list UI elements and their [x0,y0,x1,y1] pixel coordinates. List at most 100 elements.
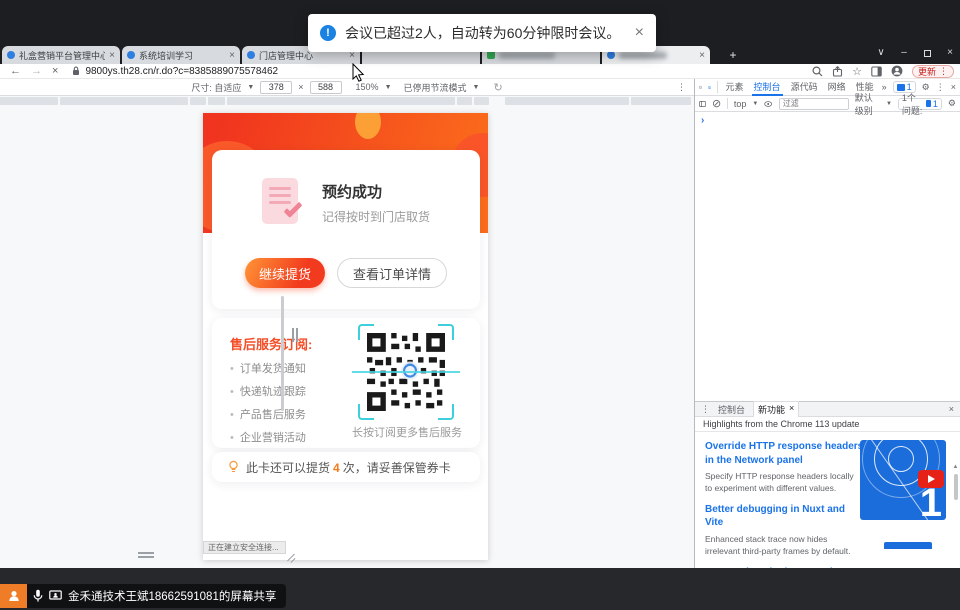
new-tab-button[interactable]: + [726,48,740,62]
side-panel-icon[interactable] [871,66,882,77]
site-favicon [127,51,135,59]
emulation-area: 预约成功 记得按时到门店取货 继续提货 查看订单详情 售后服务订阅: 订单发货通… [0,96,694,568]
blurred-tab-title [619,52,667,59]
drawer-scrollbar[interactable]: ▲ ▼ [952,464,959,568]
console-filter-input[interactable] [779,98,849,110]
drawer-tab-close-icon[interactable]: × [789,403,794,416]
console-issues-counter[interactable]: 1个问题: 1 [898,98,942,110]
stop-button[interactable]: × [52,64,58,79]
rotate-icon[interactable]: ↻ [493,81,502,94]
eye-icon[interactable] [764,100,772,108]
bookmark-star-icon[interactable]: ☆ [852,65,862,78]
minimize-button[interactable]: – [898,47,910,60]
qr-code[interactable] [358,324,454,420]
viewport-scrollbar[interactable] [281,296,284,411]
viewport-resize-handle-corner[interactable] [286,552,296,562]
device-toggle-icon[interactable] [708,82,711,93]
tab-console[interactable]: 控制台 [752,79,783,96]
chrome-update-button[interactable]: 更新 ⋮ [912,65,954,78]
profile-avatar-icon[interactable] [891,65,903,77]
page-viewport: 预约成功 记得按时到门店取货 继续提货 查看订单详情 售后服务订阅: 订单发货通… [203,113,488,560]
drawer-close-icon[interactable]: × [949,404,954,414]
close-window-button[interactable]: × [944,47,956,60]
address-bar[interactable]: 9800ys.th28.cn/r.do?c=8385889075578462 [72,66,278,77]
tab-gift-platform[interactable]: 礼盒营销平台管理中心 × [2,46,120,64]
drawer-kebab-icon[interactable]: ⋮ [701,404,710,415]
viewport-resize-handle-bottom[interactable] [138,552,154,558]
browser-toolbar: ← → × 9800ys.th28.cn/r.do?c=838588907557… [0,64,960,79]
desktop-bottom-bar: 金禾通技术王斌18662591081的屏幕共享 [0,568,960,610]
success-title: 预约成功 [322,181,430,202]
console-output[interactable]: › [695,112,960,402]
tab-title: 礼盒营销平台管理中心 [19,49,105,62]
context-select[interactable]: top [734,99,747,109]
devtools-close-icon[interactable]: × [951,82,956,92]
subscribe-list: 订单发货通知 快递轨迹跟踪 产品售后服务 企业营销活动 [230,360,306,452]
toolbar-actions: ☆ 更新 ⋮ [812,65,954,78]
person-icon [7,589,21,603]
share-icon[interactable] [832,66,843,77]
toast-message: 会议已超过2人，自动转为60分钟限时会议。 [345,23,620,43]
drawer-tab-console[interactable]: 控制台 [718,403,745,416]
zoom-select[interactable]: 150% [356,82,379,92]
viewport-resize-handle-right[interactable] [292,328,299,342]
tab-elements[interactable]: 元素 [724,79,746,96]
drawer-tab-bar: ⋮ 控制台 新功能 × × [695,402,960,417]
chevron-down-icon: ▼ [385,84,392,91]
blurred-tab-title [499,52,555,59]
device-toolbar-kebab-icon[interactable]: ⋮ [677,82,686,93]
artwork-number: 1 [920,481,942,520]
tab-title: 门店管理中心 [259,49,313,62]
whatsnew-link[interactable]: Override HTTP response headers in the Ne… [705,440,865,467]
browser-menu-kebab-icon[interactable]: ⋮ [939,66,948,77]
chevron-down-icon: ▼ [752,101,758,107]
media-query-bar[interactable] [0,97,694,105]
console-prompt-icon: › [701,115,704,126]
site-favicon [487,51,495,59]
console-sidebar-icon[interactable] [699,99,706,109]
forward-button[interactable]: → [31,64,42,79]
tab-close-icon[interactable]: × [229,50,235,61]
meeting-toast: ! 会议已超过2人，自动转为60分钟限时会议。 × [308,14,656,52]
remaining-count: 4 [333,461,340,475]
issues-flag-icon [926,100,931,107]
viewport-height-input[interactable] [310,81,342,94]
continue-pickup-button[interactable]: 继续提货 [245,258,325,288]
toast-close-icon[interactable]: × [635,24,644,42]
viewport-width-input[interactable] [260,81,292,94]
chevron-down-icon: ▼ [473,84,480,91]
tip-card: 此卡还可以提货4次，请妥善保管券卡 [212,452,480,482]
drawer-tab-whatsnew[interactable]: 新功能 × [753,401,799,417]
throttle-select[interactable]: 已停用节流模式 [404,81,467,94]
tab-close-icon[interactable]: × [109,50,115,61]
whatsnew-desc: Specify HTTP response headers locally to… [705,471,860,495]
info-icon: ! [320,25,336,41]
clear-console-icon[interactable]: ⊘ [712,97,721,110]
screen-share-banner[interactable]: 金禾通技术王斌18662591081的屏幕共享 [0,584,286,608]
devtools-panel: 元素 控制台 源代码 网络 性能 » 1 ⚙ ⋮ × ⊘ [694,79,960,568]
list-item: 产品售后服务 [230,406,306,422]
tab-title: 系统培训学习 [139,49,193,62]
maximize-button[interactable] [921,47,933,60]
qr-scanline [352,371,460,373]
tab-network[interactable]: 网络 [826,79,848,96]
qr-caption: 长按订阅更多售后服务 [332,424,482,440]
view-order-button[interactable]: 查看订单详情 [337,258,447,288]
more-tabs-icon[interactable]: » [882,82,887,92]
console-settings-gear-icon[interactable]: ⚙ [948,98,956,109]
tab-training[interactable]: 系统培训学习 × [122,46,240,64]
devtools-kebab-icon[interactable]: ⋮ [936,82,945,93]
issues-flag-icon [897,84,905,91]
tab-sources[interactable]: 源代码 [789,79,820,96]
list-item: 快递轨迹跟踪 [230,383,306,399]
list-item: 企业营销活动 [230,429,306,445]
zoom-icon[interactable] [812,66,823,77]
tab-close-icon[interactable]: × [699,50,705,61]
whatsnew-link[interactable]: Better debugging in Nuxt and Vite [705,503,865,530]
list-item: 订单发货通知 [230,360,306,376]
back-button[interactable]: ← [10,64,21,79]
device-size-select[interactable]: 尺寸: 自适应 [191,81,241,94]
inspect-element-icon[interactable] [699,82,702,93]
tab-search-icon[interactable]: ∨ [875,47,887,60]
whatsnew-desc: Enhanced stack trace now hides irrelevan… [705,534,860,558]
